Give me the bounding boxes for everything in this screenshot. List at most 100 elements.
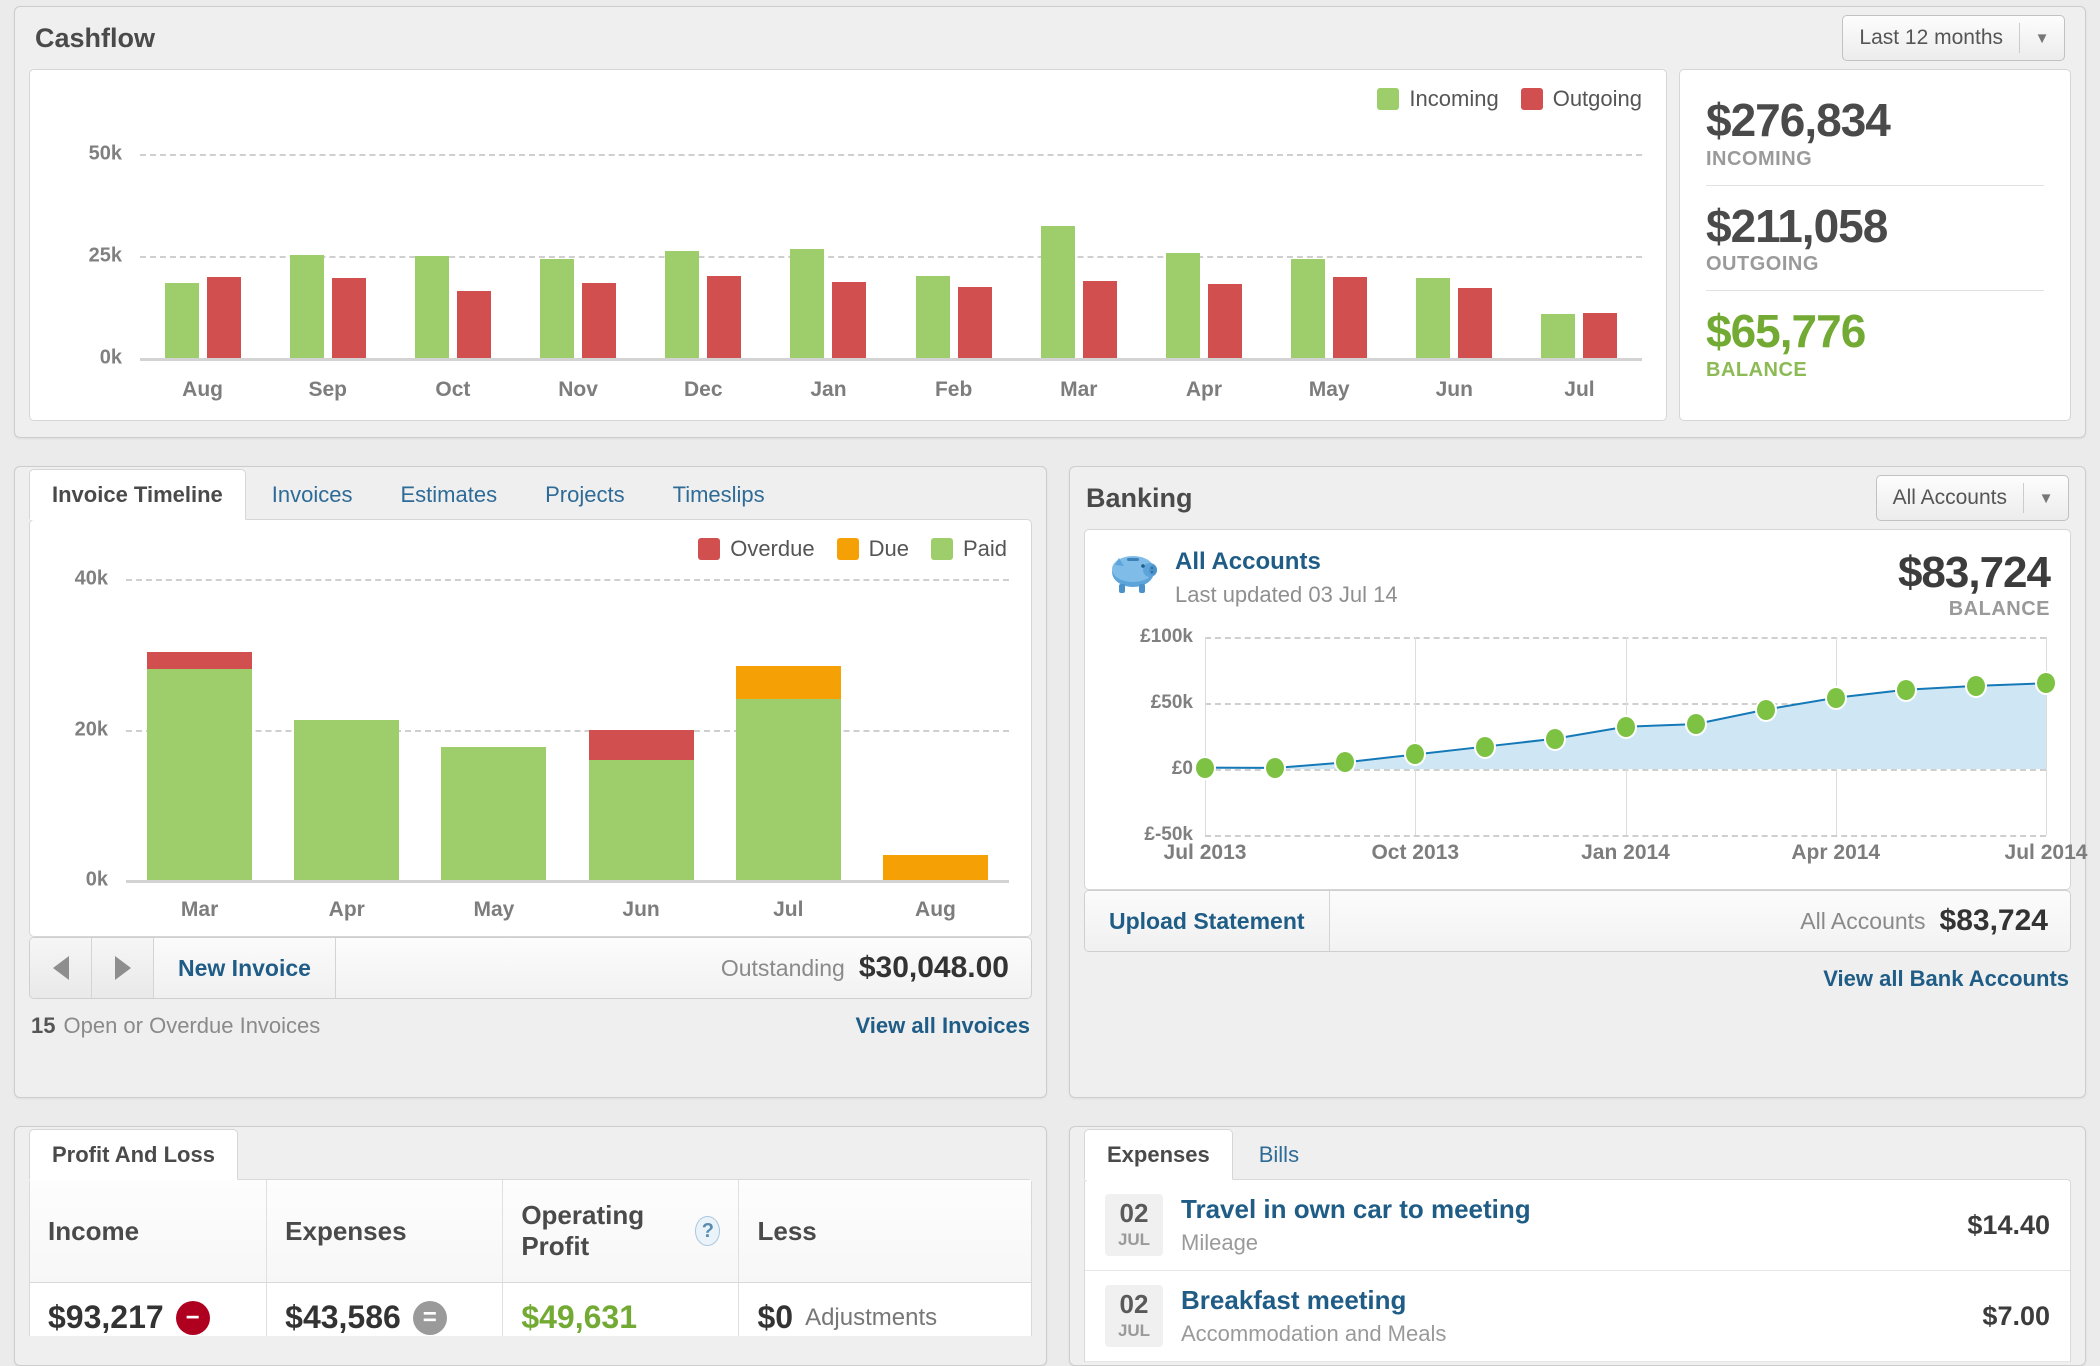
bar-incoming <box>1416 277 1451 358</box>
tab-expenses[interactable]: Expenses <box>1084 1129 1233 1180</box>
legend-label: Incoming <box>1409 86 1499 111</box>
x-tick-label: Apr 2014 <box>1791 841 1881 864</box>
triangle-left-icon <box>52 956 69 980</box>
banking-account-info: All Accounts Last updated 03 Jul 14 <box>1175 548 1398 608</box>
x-tick-label: Aug <box>182 378 223 401</box>
bar-incoming <box>414 256 449 358</box>
pnl-header-label: Operating Profit <box>521 1200 645 1261</box>
invoice-baseline <box>126 880 1009 883</box>
view-all-invoices-link[interactable]: View all Invoices <box>856 1013 1030 1039</box>
y-tick-label: 50k <box>88 142 122 165</box>
bar-outgoing <box>832 281 867 358</box>
data-point <box>1476 736 1495 757</box>
legend-label: Paid <box>962 536 1007 561</box>
view-all-bank-accounts-link[interactable]: View all Bank Accounts <box>1823 966 2069 992</box>
pnl-amount: $43,586 <box>285 1299 401 1335</box>
bar-incoming <box>540 259 575 358</box>
bar-group <box>1267 130 1392 358</box>
banking-header: Banking All Accounts ▼ <box>1070 467 2085 529</box>
tab-timeslips[interactable]: Timeslips <box>651 470 787 519</box>
tab-bills[interactable]: Bills <box>1237 1130 1321 1179</box>
x-tick-label: Aug <box>915 898 956 921</box>
legend-item: Due <box>836 536 909 562</box>
cashflow-y-axis: 0k 25k 50k <box>30 130 134 369</box>
expense-title-link[interactable]: Breakfast meeting <box>1181 1285 1446 1316</box>
y-tick-label: £0 <box>1171 757 1193 779</box>
bar-incoming <box>1040 225 1075 358</box>
tab-projects[interactable]: Projects <box>523 470 646 519</box>
tab-invoices[interactable]: Invoices <box>250 470 375 519</box>
y-tick-label: 40k <box>74 567 108 590</box>
expense-date: 02 JUL <box>1105 1285 1163 1347</box>
bar-segment-paid <box>735 698 841 880</box>
pnl-header-label: Income <box>48 1215 140 1246</box>
pnl-header-label: Expenses <box>285 1215 407 1246</box>
expense-month: JUL <box>1117 1230 1151 1249</box>
bar-outgoing <box>582 282 617 358</box>
banking-panel: Banking All Accounts ▼ All Accounts Last… <box>1069 466 2087 1098</box>
tab-profit-and-loss[interactable]: Profit And Loss <box>29 1129 238 1180</box>
banking-subfooter: View all Bank Accounts <box>1070 952 2085 992</box>
tab-invoice-timeline[interactable]: Invoice Timeline <box>29 469 246 520</box>
x-tick-label: Oct 2013 <box>1371 841 1460 864</box>
period-selector[interactable]: Last 12 months ▼ <box>1842 15 2065 61</box>
triangle-right-icon <box>114 956 131 980</box>
balance-label: BALANCE <box>1948 598 2050 620</box>
expense-category: Accommodation and Meals <box>1181 1321 1447 1346</box>
bar-segment-overdue <box>588 729 694 760</box>
x-tick-label: May <box>1308 378 1350 401</box>
expense-day: 02 <box>1119 1198 1149 1228</box>
bar-group <box>1141 130 1266 358</box>
invoice-x-labels: Mar Apr May Jun Jul Aug <box>126 898 1009 922</box>
data-point <box>1266 757 1285 778</box>
bar-segment-due <box>735 665 841 699</box>
invoice-tabs: Invoice Timeline Invoices Estimates Project… <box>15 467 1046 520</box>
banking-account-row: All Accounts Last updated 03 Jul 14 $83,… <box>1105 548 2051 621</box>
list-item[interactable]: 02 JUL Travel in own car to meeting Mileage… <box>1085 1180 2070 1271</box>
cashflow-header: Cashflow Last 12 months ▼ <box>15 7 2085 69</box>
stacked-bar <box>147 652 253 880</box>
expense-amount: $7.00 <box>1982 1300 2050 1331</box>
next-button[interactable] <box>92 938 154 998</box>
account-name-link[interactable]: All Accounts <box>1175 548 1398 576</box>
stat-outgoing: $211,058 OUTGOING <box>1706 184 2044 291</box>
pnl-amount: $0 <box>757 1299 794 1335</box>
accounts-value: $83,724 <box>1939 904 2048 937</box>
prev-button[interactable] <box>30 938 92 998</box>
account-selector[interactable]: All Accounts ▼ <box>1875 475 2069 521</box>
bar-outgoing <box>1458 287 1493 358</box>
outstanding-total: Outstanding $30,048.00 <box>721 938 1031 998</box>
pnl-column-header: Income <box>30 1180 266 1282</box>
legend-label: Due <box>868 536 909 561</box>
new-invoice-button[interactable]: New Invoice <box>154 938 336 998</box>
invoice-legend: Overdue Due Paid <box>698 536 1007 562</box>
question-mark-icon[interactable]: ? <box>695 1216 721 1246</box>
stacked-bar <box>882 855 988 880</box>
data-point <box>1966 675 1985 696</box>
piggy-bank-icon <box>1105 548 1161 596</box>
legend-label: Outgoing <box>1552 86 1642 111</box>
cashflow-summary: $276,834 INCOMING $211,058 OUTGOING $65,776 B… <box>1679 69 2071 421</box>
upload-statement-button[interactable]: Upload Statement <box>1085 891 1330 951</box>
equals-icon: = <box>412 1300 447 1335</box>
bar-segment-due <box>882 855 988 880</box>
y-tick-label: 0k <box>85 868 108 891</box>
x-tick-label: Oct <box>435 378 471 401</box>
expense-day: 02 <box>1119 1289 1149 1319</box>
open-invoice-count: 15 <box>31 1013 56 1038</box>
list-item[interactable]: 02 JUL Breakfast meeting Accommodation and … <box>1085 1271 2070 1362</box>
expense-title-link[interactable]: Travel in own car to meeting <box>1181 1194 1531 1225</box>
cashflow-baseline <box>140 358 1642 361</box>
bar-outgoing <box>957 286 992 358</box>
legend-item: Paid <box>930 536 1007 562</box>
bar-incoming <box>289 255 324 358</box>
stacked-bar <box>735 665 841 880</box>
legend-swatch <box>1520 88 1543 110</box>
tab-estimates[interactable]: Estimates <box>379 470 520 519</box>
stat-value: $65,776 <box>1706 305 1866 358</box>
pnl-column-header: Operating Profit? <box>502 1180 738 1282</box>
bar-incoming <box>164 282 199 358</box>
stat-value: $211,058 <box>1706 199 1888 252</box>
pnl-value-cell: $43,586 = <box>266 1283 502 1336</box>
